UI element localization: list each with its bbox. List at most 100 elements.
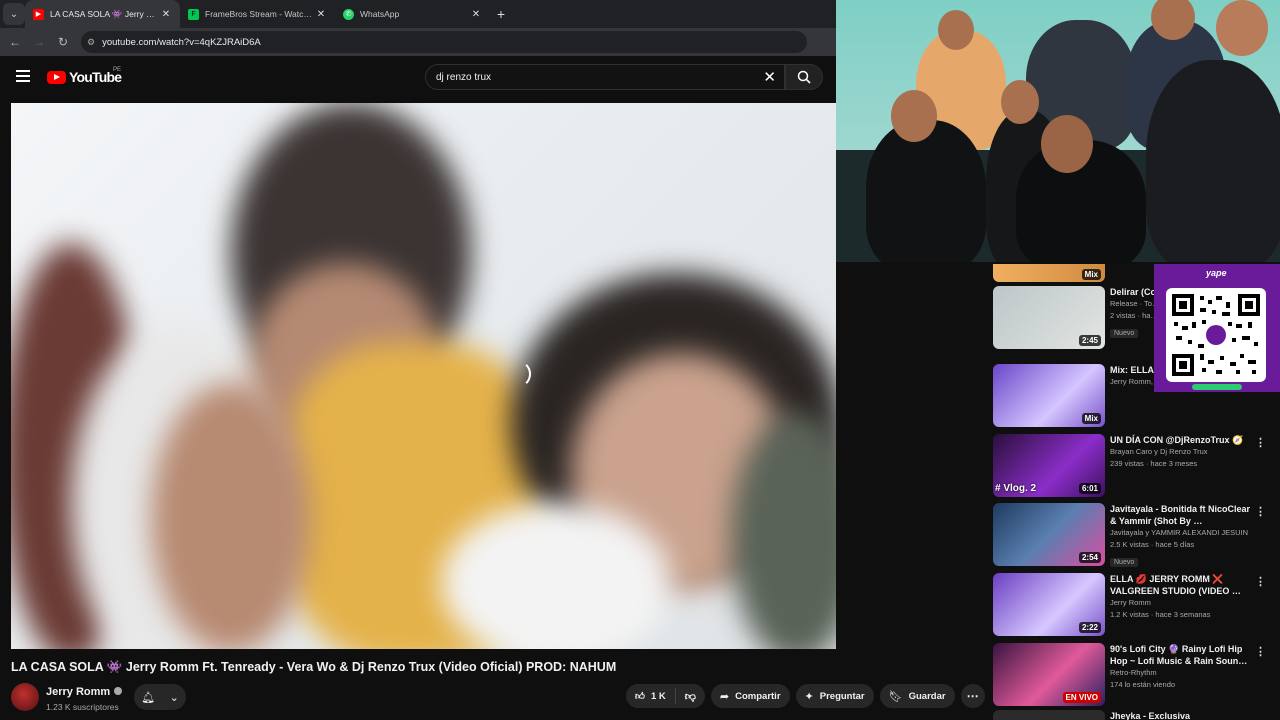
qr-code-icon <box>1172 294 1260 376</box>
duration-badge: 6:01 <box>1078 483 1101 494</box>
webcam-head <box>891 90 937 142</box>
share-button[interactable]: ➦ Compartir <box>710 684 790 708</box>
list-item[interactable]: 2:22 ELLA 💋 JERRY ROMM ❌ VALGREEN STUDIO… <box>993 573 1273 639</box>
reload-icon[interactable]: ↻ <box>51 35 75 49</box>
video-thumbnail[interactable]: Mix <box>993 364 1105 427</box>
video-channel: Jerry Romm <box>1110 598 1151 607</box>
video-title[interactable]: Javitayala - Bonitida ft NicoClear & Yam… <box>1110 503 1252 527</box>
tab-search-button[interactable]: ⌄ <box>3 3 25 25</box>
live-badge: EN VIVO <box>1062 692 1101 703</box>
video-title[interactable]: UN DÍA CON @DjRenzoTrux 🧭 <box>1110 434 1252 446</box>
like-count: 1 K <box>650 690 666 702</box>
duration-badge: 2:54 <box>1078 552 1101 563</box>
webcam-person <box>1146 60 1280 262</box>
more-options-icon[interactable]: ⋮ <box>1255 575 1266 588</box>
more-actions-button[interactable]: ⋯ <box>960 684 985 708</box>
video-frame-shape <box>151 383 311 649</box>
save-button[interactable]: 🔖︎ Guardar <box>879 684 955 708</box>
video-thumbnail[interactable] <box>993 710 1105 720</box>
subscriber-count: 1.23 K suscriptores <box>46 702 119 712</box>
screen: ⌄ ▶ LA CASA SOLA 👾 Jerry Romm ✕ F FrameB… <box>0 0 1280 720</box>
close-icon[interactable]: ✕ <box>315 9 327 20</box>
country-code: PE <box>113 67 122 73</box>
chevron-down-icon: ⌄ <box>169 691 179 704</box>
webcam-head <box>1041 115 1093 173</box>
bell-icon: 🔔︎ <box>141 691 156 704</box>
webcam-head <box>1216 0 1268 56</box>
list-item[interactable]: 2:54 Javitayala - Bonitida ft NicoClear … <box>993 503 1273 569</box>
video-thumbnail[interactable]: 2:45 <box>993 286 1105 349</box>
video-thumbnail[interactable]: 2:22 <box>993 573 1105 636</box>
video-thumbnail[interactable]: # Vlog. 2 6:01 <box>993 434 1105 497</box>
list-item[interactable]: # Vlog. 2 6:01 UN DÍA CON @DjRenzoTrux 🧭… <box>993 434 1273 500</box>
browser-toolbar: ← → ↻ ⚙ youtube.com/watch?v=4qKZJRAiD6A <box>0 28 836 56</box>
more-options-icon[interactable]: ⋮ <box>1255 436 1266 449</box>
close-icon[interactable]: ✕ <box>470 9 482 20</box>
channel-info: Jerry Romm 1.23 K suscriptores <box>11 682 123 712</box>
site-info-icon[interactable]: ⚙ <box>87 37 95 48</box>
more-options-icon[interactable]: ⋮ <box>1255 645 1266 658</box>
video-channel: Javitayala y YAMMIR ALEXANDI JESUIN <box>1110 528 1249 537</box>
video-title[interactable]: Jheyka - Exclusiva <box>1110 710 1252 720</box>
thumbs-down-icon: 👎︎ <box>684 690 696 703</box>
yape-logo: yape <box>1206 268 1227 278</box>
list-item[interactable]: Jheyka - Exclusiva <box>993 710 1273 720</box>
mix-badge: Mix <box>1081 269 1101 280</box>
video-title[interactable]: 90's Lofi City 🔮 Rainy Lofi Hip Hop ~ Lo… <box>1110 643 1252 667</box>
webcam-head <box>938 10 974 50</box>
search-input[interactable]: dj renzo trux ✕ <box>425 64 785 90</box>
loading-spinner <box>503 360 531 388</box>
close-icon[interactable]: ✕ <box>763 68 776 86</box>
vlog-label: # Vlog. 2 <box>995 483 1037 494</box>
more-options-icon[interactable]: ⋮ <box>1255 505 1266 518</box>
chevron-down-icon: ⌄ <box>9 8 19 20</box>
qr-payment-overlay: yape <box>1154 264 1280 392</box>
search-button[interactable] <box>785 64 823 90</box>
webcam-head <box>1001 80 1039 124</box>
tab-whatsapp[interactable]: ✆ WhatsApp ✕ <box>335 0 490 28</box>
video-thumbnail[interactable]: 2:54 <box>993 503 1105 566</box>
notification-button[interactable]: 🔔︎ ⌄ <box>134 684 186 710</box>
video-channel: Retro-Rhythm <box>1110 668 1157 677</box>
back-icon[interactable]: ← <box>3 35 27 49</box>
ask-button[interactable]: ✦ Preguntar <box>795 684 874 708</box>
duration-badge: 2:22 <box>1078 622 1101 633</box>
video-thumbnail[interactable]: Mix <box>993 264 1105 282</box>
like-dislike-group: 👍︎ 1 K 👎︎ <box>626 684 705 708</box>
url-text: youtube.com/watch?v=4qKZJRAiD6A <box>102 36 261 48</box>
new-tab-button[interactable]: + <box>490 6 512 22</box>
video-meta: Jheyka - Exclusiva <box>1110 710 1252 720</box>
tab-framebros[interactable]: F FrameBros Stream - Watch Live ✕ <box>180 0 335 28</box>
youtube-logo[interactable]: YouTube PE <box>47 67 122 85</box>
youtube-icon: ▶ <box>33 8 44 20</box>
video-title[interactable]: ELLA 💋 JERRY ROMM ❌ VALGREEN STUDIO (VID… <box>1110 573 1252 597</box>
qr-code <box>1166 288 1266 382</box>
video-meta: Javitayala - Bonitida ft NicoClear & Yam… <box>1110 503 1252 569</box>
menu-icon[interactable] <box>16 70 30 82</box>
tab-youtube[interactable]: ▶ LA CASA SOLA 👾 Jerry Romm ✕ <box>25 0 180 28</box>
framebros-icon: F <box>188 8 199 20</box>
avatar[interactable] <box>11 683 39 711</box>
video-actions: 👍︎ 1 K 👎︎ ➦ Compartir ✦ Preguntar 🔖︎ Gua… <box>626 684 985 708</box>
verified-icon <box>114 686 123 695</box>
save-label: Guardar <box>908 690 946 702</box>
ask-label: Preguntar <box>819 690 865 702</box>
close-icon[interactable]: ✕ <box>160 9 172 20</box>
list-item[interactable]: EN VIVO 90's Lofi City 🔮 Rainy Lofi Hip … <box>993 643 1273 709</box>
forward-icon[interactable]: → <box>27 35 51 49</box>
video-frame-shape <box>441 503 671 649</box>
video-player[interactable] <box>11 103 836 649</box>
dislike-button[interactable]: 👎︎ <box>676 690 705 703</box>
thumbs-up-icon: 👍︎ <box>635 691 645 702</box>
mix-badge: Mix <box>1081 413 1101 424</box>
video-thumbnail[interactable]: EN VIVO <box>993 643 1105 706</box>
new-badge: Nuevo <box>1110 558 1139 567</box>
qr-tag <box>1192 384 1242 390</box>
like-button[interactable]: 👍︎ 1 K <box>626 688 676 704</box>
video-stats: 174 lo están viendo <box>1110 680 1176 689</box>
more-icon: ⋯ <box>966 689 979 703</box>
tab-label: FrameBros Stream - Watch Live <box>205 9 315 19</box>
address-bar[interactable]: ⚙ youtube.com/watch?v=4qKZJRAiD6A <box>81 31 807 53</box>
channel-name[interactable]: Jerry Romm <box>46 686 110 698</box>
share-label: Compartir <box>735 690 781 702</box>
